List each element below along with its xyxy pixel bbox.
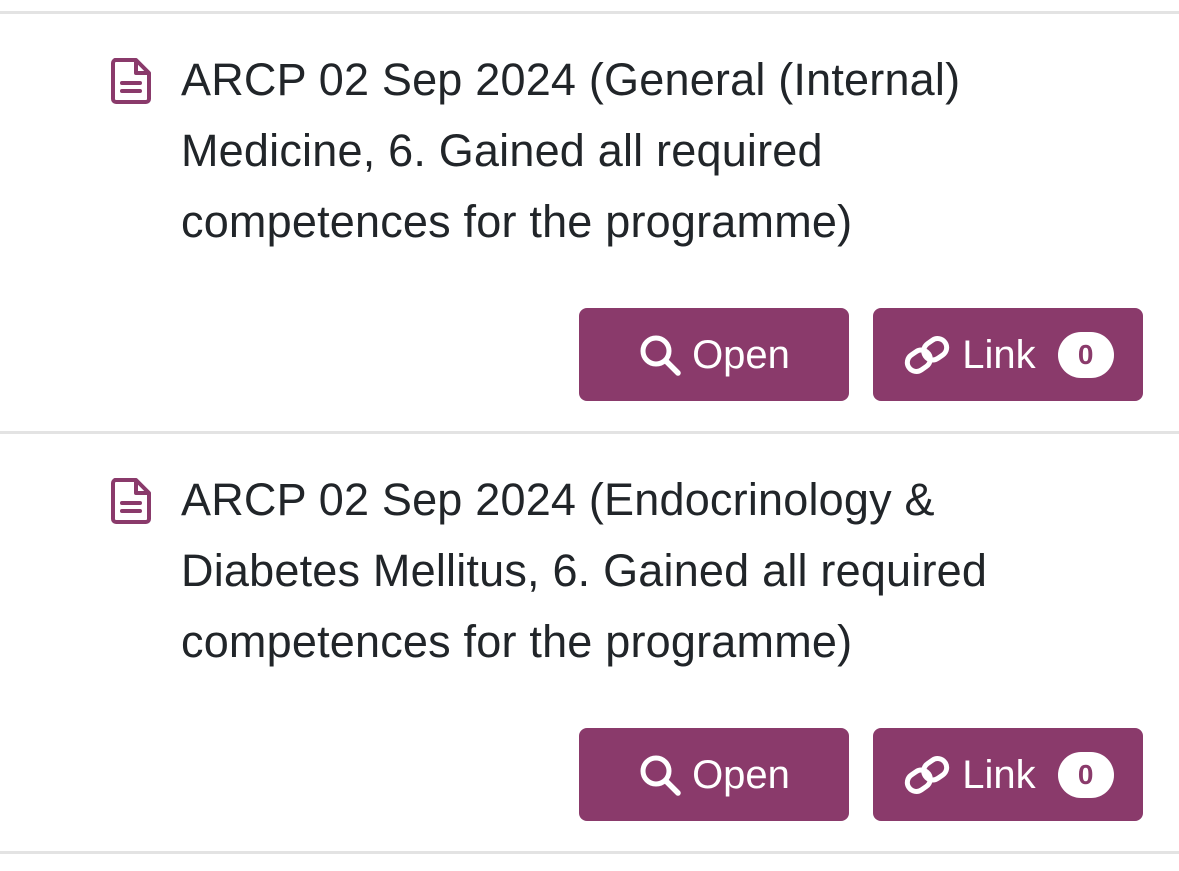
link-count-badge: 0 — [1057, 751, 1114, 798]
search-icon — [638, 753, 682, 797]
link-button[interactable]: Link 0 — [873, 728, 1143, 821]
search-icon — [638, 333, 682, 377]
open-button[interactable]: Open — [579, 728, 849, 821]
record-title-line: ARCP 02 Sep 2024 (Endocrinology & — [181, 474, 935, 525]
link-button[interactable]: Link 0 — [873, 308, 1143, 401]
open-button[interactable]: Open — [579, 308, 849, 401]
record-title: ARCP 02 Sep 2024 (Endocrinology & Diabet… — [181, 464, 1081, 677]
link-icon — [902, 755, 952, 795]
record-title-line: ARCP 02 Sep 2024 (General (Internal) — [181, 54, 961, 105]
record-title: ARCP 02 Sep 2024 (General (Internal) Med… — [181, 44, 1081, 257]
open-button-label: Open — [692, 752, 790, 797]
link-count-badge: 0 — [1057, 331, 1114, 378]
record-title-line: competences for the programme) — [181, 196, 853, 247]
open-button-label: Open — [692, 332, 790, 377]
link-icon — [902, 335, 952, 375]
document-icon — [110, 478, 152, 524]
divider-top — [0, 11, 1179, 14]
link-button-label: Link — [962, 332, 1036, 377]
record-title-line: Diabetes Mellitus, 6. Gained all require… — [181, 545, 988, 596]
record-title-line: competences for the programme) — [181, 616, 853, 667]
link-button-label: Link — [962, 752, 1036, 797]
divider-bottom — [0, 851, 1179, 854]
record-title-line: Medicine, 6. Gained all required — [181, 125, 823, 176]
divider-middle — [0, 431, 1179, 434]
document-icon — [110, 58, 152, 104]
